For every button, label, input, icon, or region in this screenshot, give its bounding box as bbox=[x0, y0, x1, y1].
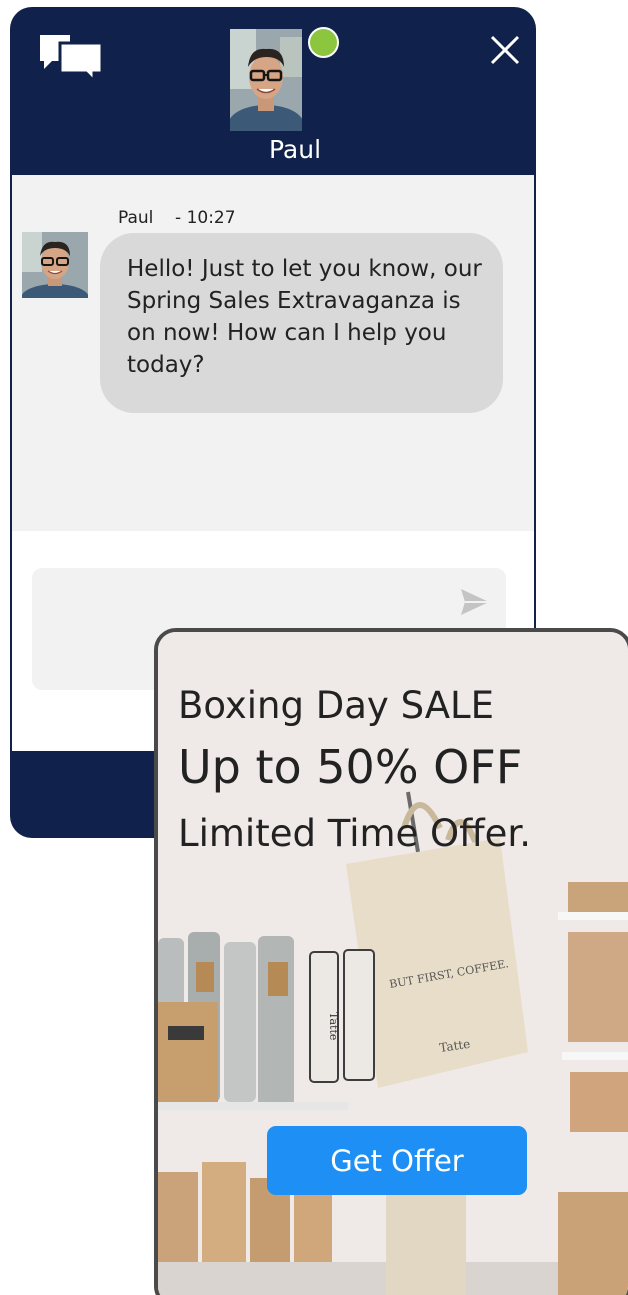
promo-discount: Up to 50% OFF bbox=[178, 740, 523, 794]
message-avatar bbox=[22, 232, 88, 298]
promo-popup: BUT FIRST, COFFEE. Tatte Tatte Boxing Da… bbox=[154, 628, 628, 1295]
jar-label: Tatte bbox=[327, 1012, 340, 1040]
chat-header: Paul bbox=[10, 7, 536, 175]
get-offer-button[interactable]: Get Offer bbox=[267, 1126, 527, 1195]
shop-shelf-photo: BUT FIRST, COFFEE. Tatte Tatte bbox=[158, 632, 628, 1295]
close-icon bbox=[490, 35, 520, 65]
send-button[interactable] bbox=[458, 585, 492, 619]
send-icon bbox=[461, 589, 489, 615]
online-status-indicator bbox=[308, 27, 339, 58]
agent-name: Paul bbox=[268, 135, 322, 164]
promo-headline: Boxing Day SALE bbox=[178, 684, 495, 727]
message-meta: Paul - 10:27 bbox=[118, 208, 236, 228]
page: Paul Paul - 10:27 Hello! Just to let you… bbox=[0, 0, 628, 1295]
message-sender: Paul bbox=[118, 208, 154, 228]
message-list: Paul - 10:27 Hello! Just to let you know… bbox=[12, 175, 534, 531]
close-button[interactable] bbox=[484, 29, 526, 71]
chat-bubbles-icon[interactable] bbox=[38, 33, 104, 81]
agent-avatar bbox=[230, 29, 302, 131]
message-time: - 10:27 bbox=[175, 208, 236, 228]
promo-subtext: Limited Time Offer. bbox=[178, 812, 531, 855]
message-bubble: Hello! Just to let you know, our Spring … bbox=[100, 233, 503, 413]
